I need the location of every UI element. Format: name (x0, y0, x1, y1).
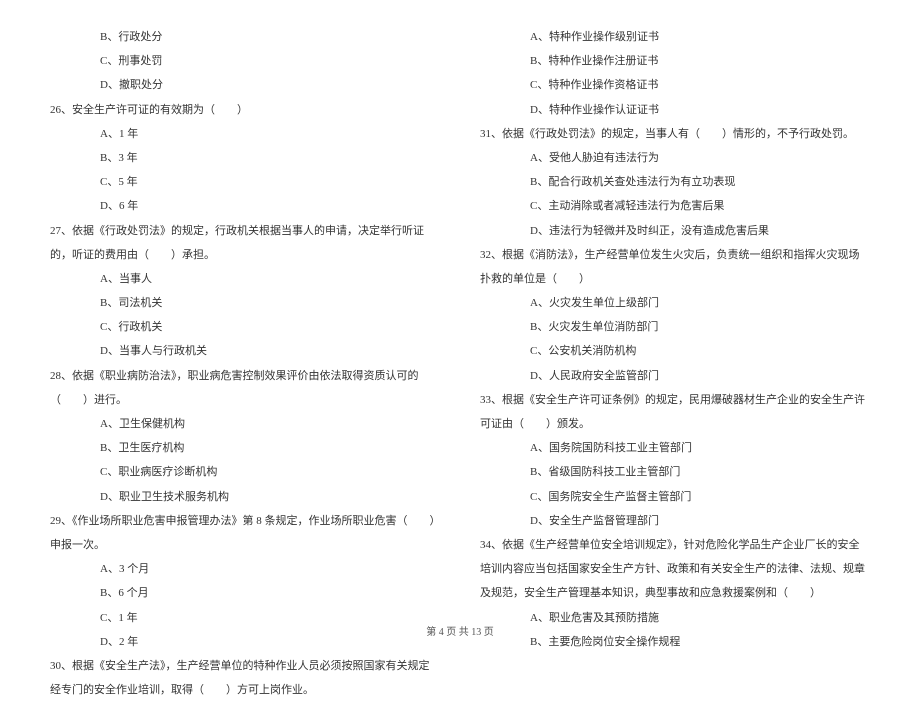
q26-option-a: A、1 年 (50, 122, 440, 146)
q32-option-b: B、火灾发生单位消防部门 (480, 315, 870, 339)
q26-option-d: D、6 年 (50, 194, 440, 218)
q28-option-d: D、职业卫生技术服务机构 (50, 485, 440, 509)
q31-stem: 31、依据《行政处罚法》的规定，当事人有（ ）情形的，不予行政处罚。 (480, 122, 870, 146)
q27-option-c: C、行政机关 (50, 315, 440, 339)
q30-option-b: B、特种作业操作注册证书 (480, 49, 870, 73)
q27-option-a: A、当事人 (50, 267, 440, 291)
q28-option-b: B、卫生医疗机构 (50, 436, 440, 460)
q26-option-c: C、5 年 (50, 170, 440, 194)
q27-stem: 27、依据《行政处罚法》的规定，行政机关根据当事人的申请，决定举行听证的，听证的… (50, 219, 440, 267)
q28-stem: 28、依据《职业病防治法》，职业病危害控制效果评价由依法取得资质认可的（ ）进行… (50, 364, 440, 412)
q29-stem: 29、《作业场所职业危害申报管理办法》第 8 条规定，作业场所职业危害（ ）申报… (50, 509, 440, 557)
q28-option-a: A、卫生保健机构 (50, 412, 440, 436)
q31-option-c: C、主动消除或者减轻违法行为危害后果 (480, 194, 870, 218)
q33-option-b: B、省级国防科技工业主管部门 (480, 460, 870, 484)
page-footer: 第 4 页 共 13 页 (0, 623, 920, 638)
q30-option-c: C、特种作业操作资格证书 (480, 73, 870, 97)
right-column: A、特种作业操作级别证书 B、特种作业操作注册证书 C、特种作业操作资格证书 D… (480, 25, 870, 605)
q25-option-b: B、行政处分 (50, 25, 440, 49)
q32-option-c: C、公安机关消防机构 (480, 339, 870, 363)
q32-option-a: A、火灾发生单位上级部门 (480, 291, 870, 315)
q27-option-b: B、司法机关 (50, 291, 440, 315)
q29-option-a: A、3 个月 (50, 557, 440, 581)
q33-option-d: D、安全生产监督管理部门 (480, 509, 870, 533)
q33-option-c: C、国务院安全生产监督主管部门 (480, 485, 870, 509)
q31-option-d: D、违法行为轻微并及时纠正，没有造成危害后果 (480, 219, 870, 243)
q30-option-a: A、特种作业操作级别证书 (480, 25, 870, 49)
q28-option-c: C、职业病医疗诊断机构 (50, 460, 440, 484)
q26-option-b: B、3 年 (50, 146, 440, 170)
q25-option-d: D、撤职处分 (50, 73, 440, 97)
q33-option-a: A、国务院国防科技工业主管部门 (480, 436, 870, 460)
q30-option-d: D、特种作业操作认证证书 (480, 98, 870, 122)
left-column: B、行政处分 C、刑事处罚 D、撤职处分 26、安全生产许可证的有效期为（ ） … (50, 25, 440, 605)
q26-stem: 26、安全生产许可证的有效期为（ ） (50, 98, 440, 122)
q27-option-d: D、当事人与行政机关 (50, 339, 440, 363)
q31-option-b: B、配合行政机关查处违法行为有立功表现 (480, 170, 870, 194)
q29-option-b: B、6 个月 (50, 581, 440, 605)
q32-option-d: D、人民政府安全监管部门 (480, 364, 870, 388)
q32-stem: 32、根据《消防法》，生产经营单位发生火灾后，负责统一组织和指挥火灾现场扑救的单… (480, 243, 870, 291)
q31-option-a: A、受他人胁迫有违法行为 (480, 146, 870, 170)
two-column-layout: B、行政处分 C、刑事处罚 D、撤职处分 26、安全生产许可证的有效期为（ ） … (50, 25, 870, 605)
q33-stem: 33、根据《安全生产许可证条例》的规定，民用爆破器材生产企业的安全生产许可证由（… (480, 388, 870, 436)
q30-stem: 30、根据《安全生产法》，生产经营单位的特种作业人员必须按照国家有关规定经专门的… (50, 654, 440, 702)
q25-option-c: C、刑事处罚 (50, 49, 440, 73)
q34-stem: 34、依据《生产经营单位安全培训规定》，针对危险化学品生产企业厂长的安全培训内容… (480, 533, 870, 606)
